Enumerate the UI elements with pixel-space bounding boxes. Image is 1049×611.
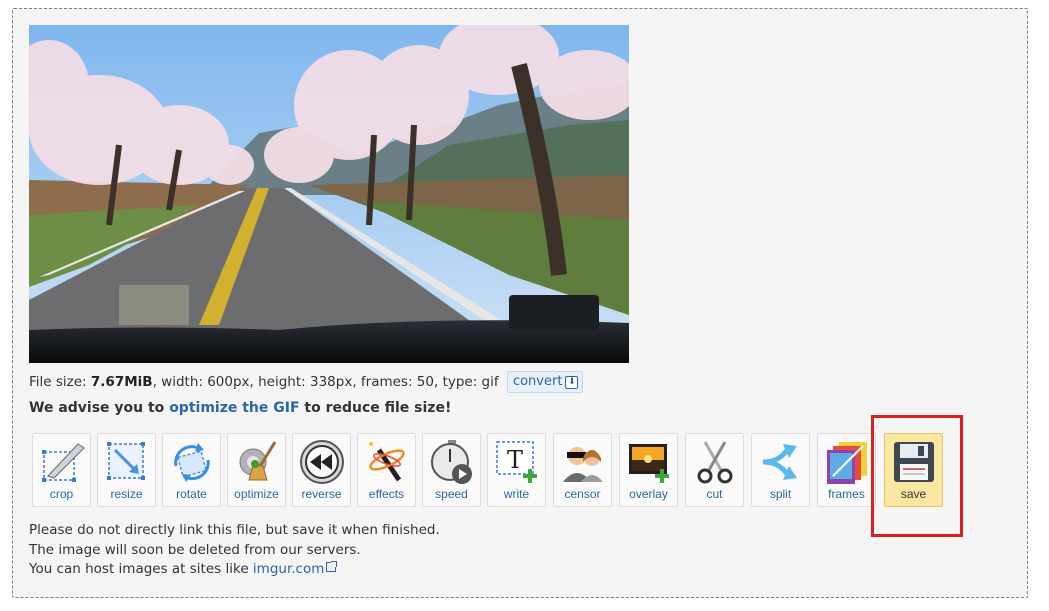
note-line-1: Please do not directly link this file, b… [29, 522, 440, 538]
tool-speed-button[interactable]: speed [422, 433, 481, 507]
note-line-3-text: You can host images at sites like [29, 561, 253, 577]
optimize-gif-link[interactable]: optimize the GIF [169, 400, 299, 416]
external-link-icon [326, 561, 338, 572]
tool-split-label: split [769, 487, 792, 501]
gif-preview-image [29, 25, 629, 363]
tool-overlay-button[interactable]: overlay [619, 433, 678, 507]
tool-resize-label: resize [110, 487, 143, 501]
optimize-advice: We advise you to optimize the GIF to red… [29, 400, 451, 416]
tool-reverse-label: reverse [301, 487, 342, 501]
convert-button[interactable]: convert ⬇ [506, 371, 584, 393]
tool-censor-button[interactable]: censor [553, 433, 612, 507]
tool-write-button[interactable]: T write [487, 433, 546, 507]
tool-overlay-label: overlay [629, 487, 668, 501]
frames-icon [827, 442, 867, 484]
tool-reverse-button[interactable]: reverse [292, 433, 351, 507]
censor-icon [563, 447, 603, 482]
save-highlight-box [871, 415, 963, 537]
file-size-prefix: File size: [29, 374, 91, 390]
text-icon: T [496, 441, 537, 483]
tool-speed-label: speed [435, 487, 468, 501]
download-arrow-icon: ⬇ [565, 376, 579, 389]
rewind-icon [300, 440, 344, 484]
file-dimensions-info: , width: 600px, height: 338px, frames: 5… [152, 374, 499, 390]
tool-cut-button[interactable]: cut [685, 433, 744, 507]
note-line-3: You can host images at sites like imgur.… [29, 560, 440, 580]
rotate-icon [174, 443, 210, 482]
tool-cut-label: cut [706, 487, 723, 501]
tool-effects-label: effects [368, 487, 405, 501]
tool-crop-button[interactable]: crop [32, 433, 91, 507]
scissors-icon [697, 441, 733, 484]
tool-crop-label: crop [49, 487, 74, 501]
overlay-image-icon [629, 444, 669, 483]
tool-optimize-button[interactable]: optimize [227, 433, 286, 507]
advice-text-after: to reduce file size! [299, 400, 452, 416]
tool-effects-button[interactable]: effects [357, 433, 416, 507]
imgur-link[interactable]: imgur.com [253, 561, 324, 577]
resize-icon [107, 442, 145, 480]
file-info: File size: 7.67MiB, width: 600px, height… [29, 371, 584, 393]
convert-label: convert [512, 374, 563, 389]
stopwatch-icon [431, 440, 472, 484]
tool-optimize-label: optimize [234, 487, 279, 501]
notes: Please do not directly link this file, b… [29, 521, 440, 580]
tool-censor-label: censor [564, 487, 601, 501]
tool-resize-button[interactable]: resize [97, 433, 156, 507]
file-size-value: 7.67MiB [90, 374, 153, 390]
tool-frames-button[interactable]: frames [817, 433, 876, 507]
tool-frames-label: frames [828, 487, 865, 501]
advice-text-before: We advise you to [29, 400, 170, 416]
tool-rotate-label: rotate [176, 487, 207, 501]
magic-wand-icon [369, 442, 405, 482]
broom-icon [239, 441, 277, 481]
tool-write-label: write [503, 487, 530, 501]
split-arrows-icon [762, 444, 797, 480]
note-line-2: The image will soon be deleted from our … [29, 541, 361, 558]
tool-rotate-button[interactable]: rotate [162, 433, 221, 507]
crop-icon [42, 443, 85, 482]
svg-text:T: T [507, 446, 523, 474]
tool-split-button[interactable]: split [751, 433, 810, 507]
